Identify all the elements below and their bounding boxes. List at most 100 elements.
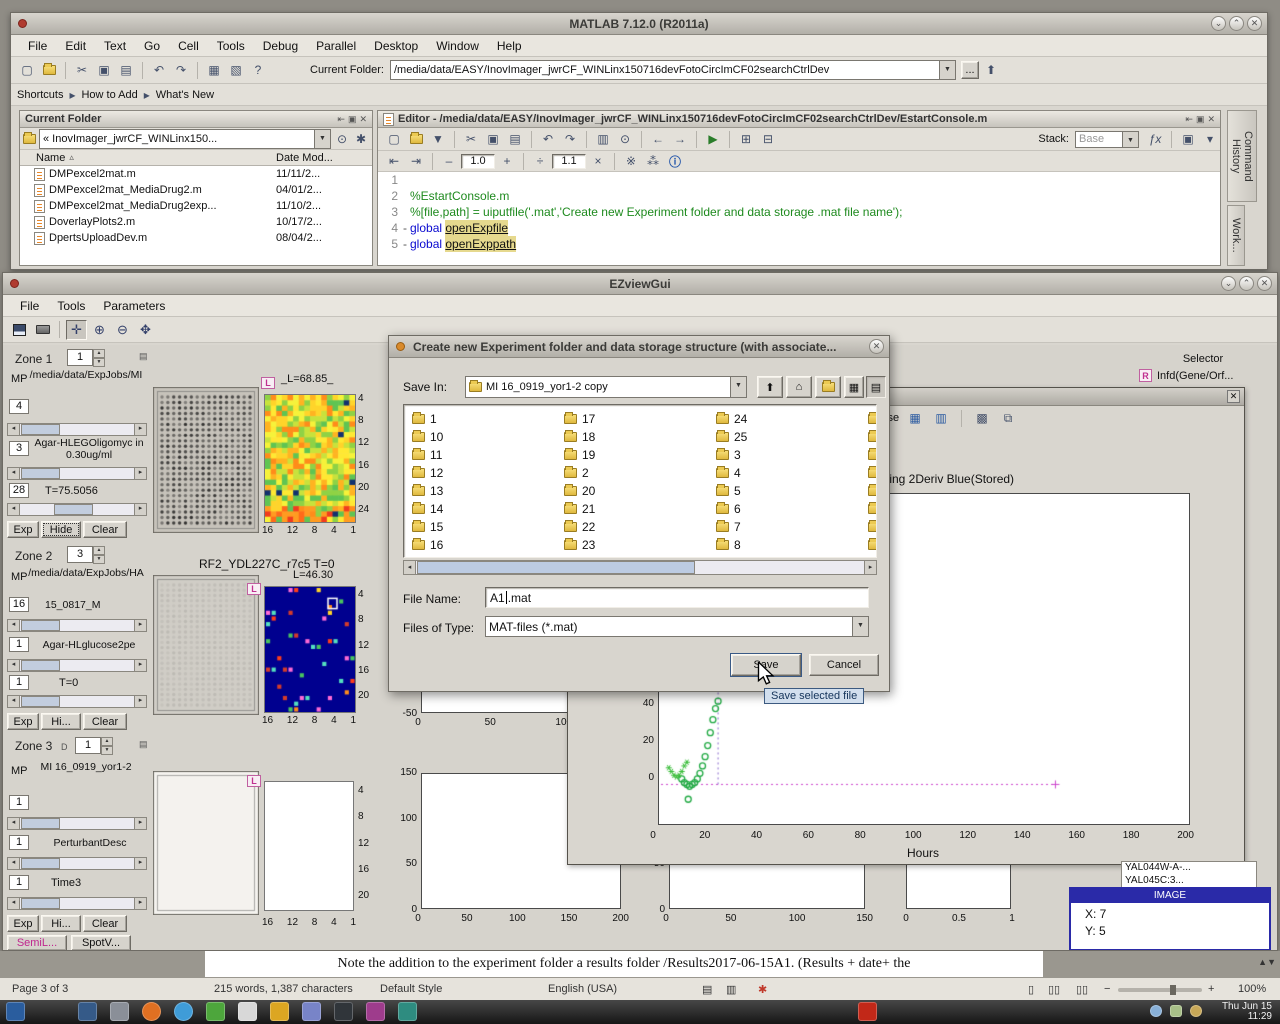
indent-left-icon[interactable]: ⇤ bbox=[384, 152, 404, 171]
folder-item[interactable]: 21 bbox=[562, 500, 595, 518]
tray-icon[interactable] bbox=[1150, 1005, 1162, 1017]
folder-item[interactable]: 13 bbox=[410, 482, 443, 500]
zone2-t-num[interactable]: 1 bbox=[9, 675, 29, 690]
spotview-button[interactable]: SpotV... bbox=[71, 935, 131, 950]
folder-item[interactable]: 6 bbox=[714, 500, 747, 518]
menu-item[interactable]: Desktop bbox=[365, 37, 427, 55]
taskbar-app-icon[interactable] bbox=[78, 1002, 97, 1021]
table-icon[interactable]: ▦ bbox=[905, 409, 925, 428]
cut-icon[interactable]: ✂ bbox=[461, 130, 481, 149]
paste-icon[interactable]: ▤ bbox=[505, 130, 525, 149]
copy-icon[interactable]: ▣ bbox=[94, 61, 114, 80]
taskbar-app-icon[interactable] bbox=[238, 1002, 257, 1021]
guide-icon[interactable]: ▧ bbox=[226, 61, 246, 80]
redo-icon[interactable]: ↷ bbox=[560, 130, 580, 149]
save-in-combo[interactable]: MI 16_0919_yor1-2 copy ▼ bbox=[465, 376, 747, 398]
folder-list-scrollbar[interactable]: ◂▸ bbox=[403, 560, 877, 575]
menu-item[interactable]: Debug bbox=[254, 37, 307, 55]
insert-cell-icon[interactable]: ⊞ bbox=[736, 130, 756, 149]
zone2-spinner[interactable]: 3▲▼ bbox=[67, 546, 105, 563]
ez-titlebar[interactable]: EZviewGui ⌄ ⌃ ✕ bbox=[3, 273, 1277, 295]
command-history-tab[interactable]: Command History bbox=[1227, 110, 1257, 202]
search-icon[interactable]: ⊙ bbox=[334, 129, 350, 148]
zoom-in-icon[interactable]: ⊕ bbox=[89, 320, 110, 340]
menu-item[interactable]: Text bbox=[95, 37, 135, 55]
folder-item[interactable]: 17 bbox=[562, 410, 595, 428]
chevron-down-icon[interactable]: ▼ bbox=[852, 617, 868, 636]
zone3-clear-button[interactable]: Clear bbox=[83, 915, 127, 932]
undo-icon[interactable]: ↶ bbox=[149, 61, 169, 80]
open-file-icon[interactable] bbox=[39, 61, 59, 80]
heatmap-1[interactable] bbox=[264, 394, 356, 523]
menu-item[interactable]: File bbox=[11, 297, 48, 315]
menu-item[interactable]: Tools bbox=[208, 37, 254, 55]
cancel-button[interactable]: Cancel bbox=[809, 654, 879, 676]
file-row[interactable]: DMPexcel2mat.m 11/11/2... bbox=[20, 166, 372, 182]
menu-item[interactable]: Parameters bbox=[94, 297, 174, 315]
zoom-slider-thumb[interactable] bbox=[1170, 985, 1176, 995]
multiply-icon[interactable]: × bbox=[588, 152, 608, 171]
zoom-slider[interactable] bbox=[1118, 988, 1202, 992]
zoom-out-icon[interactable]: ⊖ bbox=[112, 320, 133, 340]
zoom-out-icon[interactable]: – bbox=[439, 152, 459, 171]
folder-item[interactable]: 20 bbox=[562, 482, 595, 500]
menu-item[interactable]: Window bbox=[427, 37, 488, 55]
folder-item[interactable]: 25 bbox=[714, 428, 747, 446]
close-panel-icon[interactable]: ✕ bbox=[1207, 114, 1215, 125]
menu-item[interactable]: File bbox=[19, 37, 56, 55]
modified-icon[interactable]: ✱ bbox=[758, 983, 767, 996]
up-folder-button[interactable]: ⬆ bbox=[757, 376, 783, 398]
zone3-media-slider[interactable]: ◂▸ bbox=[7, 857, 147, 870]
writer-page[interactable]: Note the addition to the experiment fold… bbox=[205, 951, 1043, 977]
page-style[interactable]: Default Style bbox=[380, 983, 442, 995]
undo-icon[interactable]: ↶ bbox=[538, 130, 558, 149]
matlab-titlebar[interactable]: MATLAB 7.12.0 (R2011a) ⌄ ⌃ ✕ bbox=[11, 13, 1267, 35]
folder-item[interactable]: 4 bbox=[714, 464, 747, 482]
dock-icon[interactable]: ⇤ bbox=[1185, 114, 1193, 125]
language-selector[interactable]: English (USA) bbox=[548, 983, 617, 995]
selection-mode-icon[interactable]: ▥ bbox=[726, 983, 736, 996]
new-folder-button[interactable] bbox=[815, 376, 841, 398]
file-row[interactable]: DoverlayPlots2.m 10/17/2... bbox=[20, 214, 372, 230]
folder-item[interactable]: 23 bbox=[562, 536, 595, 554]
folder-item[interactable]: 12 bbox=[410, 464, 443, 482]
simulink-icon[interactable]: ▦ bbox=[204, 61, 224, 80]
close-button[interactable]: ✕ bbox=[1247, 16, 1262, 31]
up-folder-icon[interactable]: ⬆ bbox=[981, 61, 1001, 80]
taskbar-app-icon[interactable] bbox=[398, 1002, 417, 1021]
indent-right-icon[interactable]: ⇥ bbox=[406, 152, 426, 171]
folder-item[interactable]: 5 bbox=[714, 482, 747, 500]
list-view-button[interactable]: ▤ bbox=[866, 376, 886, 398]
menu-item[interactable]: Tools bbox=[48, 297, 94, 315]
selector-r-icon[interactable]: R bbox=[1139, 369, 1152, 382]
zone3-mp-slider[interactable]: ◂▸ bbox=[7, 817, 147, 830]
zone3-detach-icon[interactable]: ▤ bbox=[139, 739, 148, 750]
zoom-in-icon[interactable]: + bbox=[1208, 983, 1214, 995]
code-area[interactable]: 1 2%EstartConsole.m 3%[file,path] = uipu… bbox=[378, 172, 1220, 252]
percent-comment-icon[interactable]: ※ bbox=[621, 152, 641, 171]
open-file-icon[interactable] bbox=[406, 130, 426, 149]
grid-icon[interactable]: ▩ bbox=[972, 409, 992, 428]
gear-icon[interactable]: ✱ bbox=[353, 129, 369, 148]
minimize-button[interactable]: ⌄ bbox=[1211, 16, 1226, 31]
cut-icon[interactable]: ✂ bbox=[72, 61, 92, 80]
function-icon[interactable]: ƒx bbox=[1145, 130, 1165, 149]
multi-page-view-icon[interactable]: ▯▯ bbox=[1048, 983, 1060, 996]
menu-item[interactable]: Go bbox=[135, 37, 169, 55]
minimize-button[interactable]: ⌄ bbox=[1221, 276, 1236, 291]
menu-item[interactable]: Help bbox=[488, 37, 531, 55]
insert-mode-icon[interactable]: ▤ bbox=[702, 983, 712, 996]
zone3-media-num[interactable]: 1 bbox=[9, 835, 29, 850]
folder-item[interactable]: 1 bbox=[410, 410, 443, 428]
tray-icon[interactable] bbox=[1170, 1005, 1182, 1017]
zone1-spinner[interactable]: 1▲▼ bbox=[67, 349, 105, 366]
taskbar-alert-icon[interactable] bbox=[858, 1002, 877, 1021]
single-page-view-icon[interactable]: ▯ bbox=[1028, 983, 1034, 996]
files-of-type-combo[interactable]: MAT-files (*.mat) ▼ bbox=[485, 616, 869, 637]
files-icon[interactable] bbox=[270, 1002, 289, 1021]
folder-item[interactable]: 15 bbox=[410, 518, 443, 536]
menu-item[interactable]: Edit bbox=[56, 37, 95, 55]
address-combo[interactable]: « InovImager_jwrCF_WINLinx150... ▼ bbox=[39, 129, 331, 149]
folder-item[interactable]: 22 bbox=[562, 518, 595, 536]
zone1-detach-icon[interactable]: ▤ bbox=[139, 351, 148, 362]
